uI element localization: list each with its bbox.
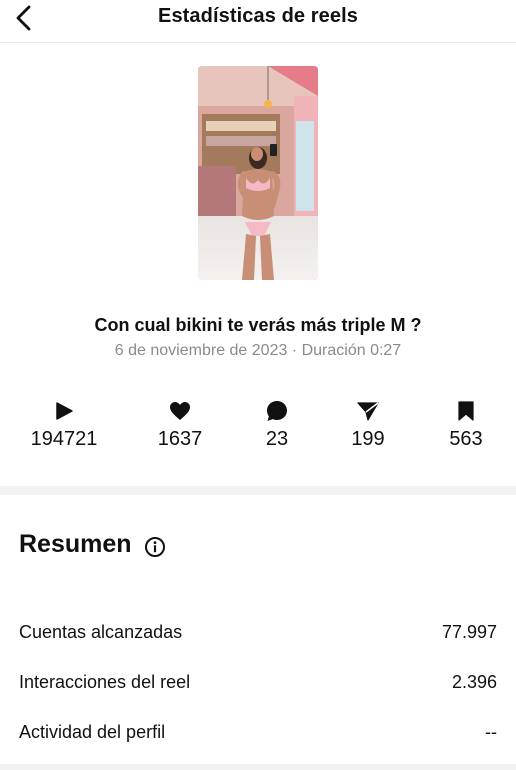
stat-shares-value: 199: [351, 428, 385, 450]
section-divider: [0, 486, 516, 495]
share-icon: [357, 402, 379, 421]
reel-insights-screen: Estadísticas de reels Con cual bikini te…: [0, 0, 516, 770]
stat-saves[interactable]: 563: [416, 400, 516, 451]
stat-comments[interactable]: 23: [227, 400, 327, 451]
comment-icon: [267, 401, 287, 421]
play-icon: [56, 402, 73, 420]
reel-interactions-value: 2.396: [451, 671, 497, 692]
summary-title: Resumen: [19, 530, 132, 558]
info-button[interactable]: [144, 536, 166, 558]
heart-icon: [170, 402, 190, 420]
summary-row-profile-activity[interactable]: Actividad del perfil --: [19, 717, 497, 747]
reel-date-duration: 6 de noviembre de 2023 · Duración 0:27: [114, 342, 402, 359]
accounts-reached-label: Cuentas alcanzadas: [19, 621, 183, 642]
save-icon: [458, 401, 474, 421]
stat-likes-value: 1637: [157, 428, 203, 450]
summary-row-reel-interactions[interactable]: Interacciones del reel 2.396: [19, 667, 497, 697]
top-bar: Estadísticas de reels: [0, 0, 516, 43]
page-title: Estadísticas de reels: [158, 5, 358, 27]
stat-plays[interactable]: 194721: [14, 400, 114, 451]
reel-interactions-label: Interacciones del reel: [19, 671, 191, 692]
profile-activity-value: --: [485, 721, 497, 742]
reel-thumbnail[interactable]: [198, 66, 318, 280]
summary-row-accounts-reached[interactable]: Cuentas alcanzadas 77.997: [19, 617, 497, 647]
info-icon: [145, 537, 165, 557]
bottom-divider: [0, 764, 516, 770]
reel-caption: Con cual bikini te verás más triple M ?: [94, 315, 422, 335]
stat-plays-value: 194721: [30, 428, 98, 450]
accounts-reached-value: 77.997: [441, 621, 497, 642]
stat-saves-value: 563: [449, 428, 483, 450]
stat-comments-value: 23: [265, 428, 289, 450]
stat-likes[interactable]: 1637: [130, 400, 230, 451]
stat-shares[interactable]: 199: [318, 400, 418, 451]
profile-activity-label: Actividad del perfil: [19, 721, 166, 742]
reel-thumbnail-image: [198, 66, 318, 280]
